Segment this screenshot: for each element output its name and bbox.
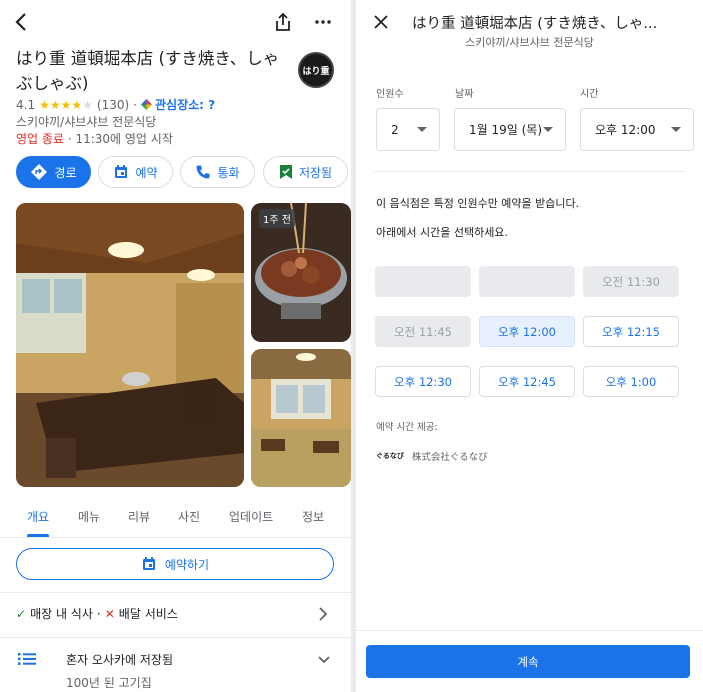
main-photo[interactable] (16, 203, 244, 487)
provider-info: ぐるなび 株式会社ぐるなび (376, 449, 488, 463)
tab-updates[interactable]: 업데이트 (229, 508, 273, 525)
restaurant-logo: はり重 (298, 52, 334, 88)
dropdown-caret-icon (417, 127, 427, 132)
reservation-title: はり重 道頓堀本店 (すき焼き、しゃ... (412, 16, 658, 32)
diamond-icon (141, 99, 152, 110)
phone-icon (195, 164, 211, 180)
time-slot-selected[interactable]: 오후 12:00 (479, 316, 575, 347)
time-slot[interactable]: 오후 1:00 (583, 366, 679, 397)
time-select[interactable]: 오후 12:00 (580, 108, 694, 151)
chevron-down-icon[interactable] (317, 655, 331, 664)
tab-reviews[interactable]: 리뷰 (128, 508, 150, 525)
footer-divider (356, 630, 703, 631)
time-slot[interactable]: 오후 12:45 (479, 366, 575, 397)
saved-list-note: 100년 된 고기집 (66, 676, 152, 690)
active-tab-indicator (27, 534, 49, 537)
tab-overview[interactable]: 개요 (27, 508, 49, 525)
next-open-time: · 11:30에 영업 시작 (67, 132, 173, 146)
time-slot: 오전 11:45 (375, 316, 471, 347)
time-slot (375, 266, 471, 297)
party-size-select[interactable]: 2 (376, 108, 440, 151)
date-select[interactable]: 1월 19일 (목) (454, 108, 566, 151)
reserve-table-button[interactable]: 예약하기 (16, 548, 334, 580)
time-instruction: 아래에서 시간을 선택하세요. (376, 226, 508, 239)
place-title: はり重 道頓堀本店 (すき焼き、しゃぶしゃぶ) (16, 49, 280, 93)
more-options-icon[interactable] (315, 20, 331, 24)
divider (0, 637, 351, 638)
place-category: 스키야끼/샤브샤브 전문식당 (16, 115, 157, 129)
time-slot[interactable]: 오후 12:30 (375, 366, 471, 397)
place-details-panel: はり重 道頓堀本店 (すき焼き、しゃぶしゃぶ) はり重 4.1 ★★★★★ (1… (0, 0, 351, 692)
divider (0, 592, 351, 593)
dropdown-caret-icon (671, 127, 681, 132)
directions-icon (30, 163, 48, 181)
service-options-row[interactable]: ✓ 매장 내 식사 · ✕ 배달 서비스 (16, 605, 178, 622)
back-icon[interactable] (14, 12, 30, 32)
close-icon[interactable] (374, 15, 388, 29)
call-button[interactable]: 통화 (180, 156, 255, 188)
continue-button[interactable]: 계속 (366, 645, 690, 678)
time-slot: 오전 11:30 (583, 266, 679, 297)
photo-age-badge: 1주 전 (259, 209, 295, 228)
party-size-label: 인원수 (376, 89, 404, 100)
share-icon[interactable] (274, 12, 292, 32)
divider (374, 171, 686, 172)
date-label: 날짜 (455, 89, 474, 100)
list-icon (18, 653, 36, 665)
provider-name: 株式会社ぐるなび (411, 452, 488, 463)
check-icon: ✓ (16, 606, 27, 621)
rating-row: 4.1 ★★★★★ (130) · 관심장소: ? (16, 96, 216, 113)
room-photo[interactable] (251, 349, 351, 487)
time-slot[interactable]: 오후 12:15 (583, 316, 679, 347)
bookmark-icon (279, 164, 293, 180)
opening-hours[interactable]: 영업 종료 · 11:30에 영업 시작 (16, 130, 173, 147)
cross-icon: ✕ (104, 606, 115, 621)
tab-about[interactable]: 정보 (302, 508, 324, 525)
calendar-icon (113, 164, 129, 180)
provider-label: 예약 시간 제공: (376, 422, 438, 433)
tab-menu[interactable]: 메뉴 (78, 508, 100, 525)
reservation-subtitle: 스키야끼/샤브샤브 전문식당 (465, 36, 594, 49)
closed-status: 영업 종료 (16, 132, 64, 146)
reservation-panel: はり重 道頓堀本店 (すき焼き、しゃ... 스키야끼/샤브샤브 전문식당 인원수… (356, 0, 703, 692)
directions-button[interactable]: 경로 (16, 156, 91, 188)
party-notice: 이 음식점은 특정 인원수만 예약을 받습니다. (376, 197, 580, 210)
time-label: 시간 (580, 89, 599, 100)
star-rating: ★★★★★ (39, 97, 93, 112)
calendar-icon (141, 556, 157, 572)
chevron-right-icon[interactable] (318, 606, 328, 622)
reserve-chip-button[interactable]: 예약 (98, 156, 173, 188)
saved-list-title[interactable]: 혼자 오사카에 저장됨 (66, 651, 173, 668)
tab-photos[interactable]: 사진 (178, 508, 200, 525)
rating-value: 4.1 (16, 97, 36, 112)
interest-link[interactable]: 관심장소: ? (141, 96, 215, 113)
review-count[interactable]: (130) (97, 98, 129, 112)
provider-logo: ぐるなび (376, 452, 404, 460)
saved-button[interactable]: 저장됨 (263, 156, 348, 188)
tab-bar: 개요 메뉴 리뷰 사진 업데이트 정보 (0, 500, 351, 538)
dropdown-caret-icon (543, 127, 553, 132)
time-slot (479, 266, 575, 297)
